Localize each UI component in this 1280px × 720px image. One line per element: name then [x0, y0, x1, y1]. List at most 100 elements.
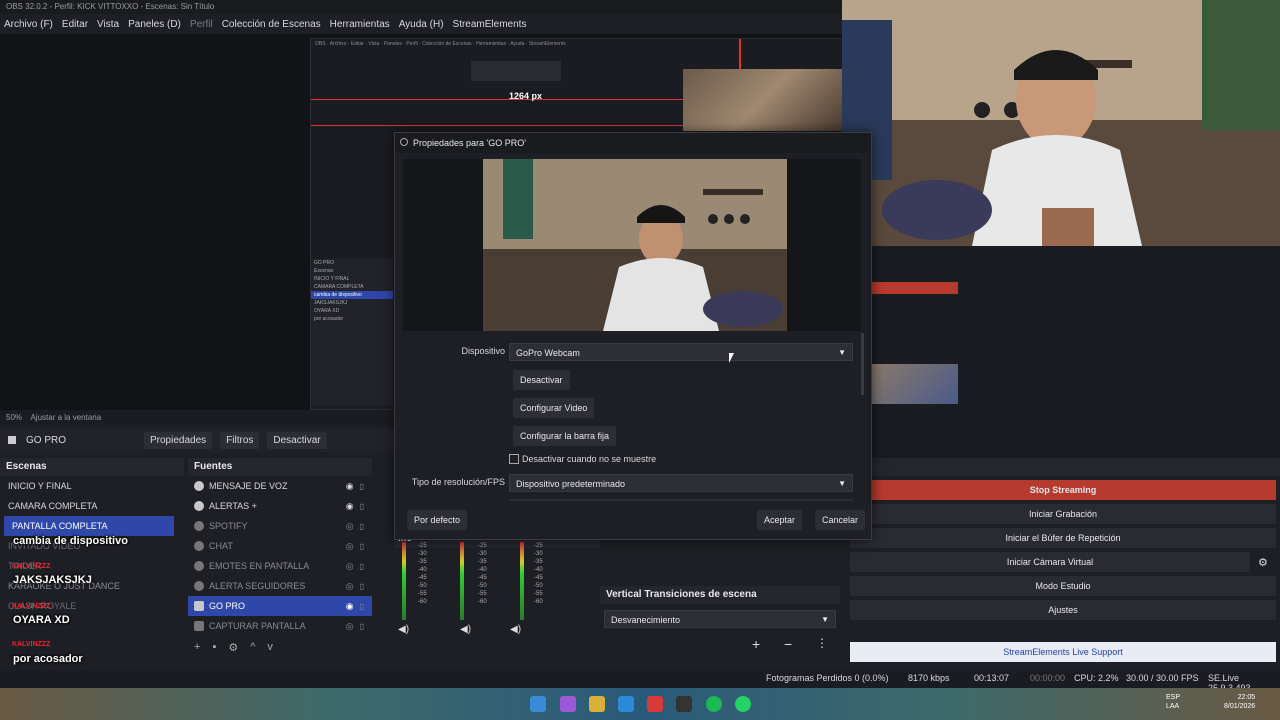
- chevron-down-icon: ▼: [838, 348, 846, 357]
- resolution-select[interactable]: Dispositivo predeterminado ▼: [509, 474, 853, 492]
- visibility-eye-icon[interactable]: ◎: [346, 581, 354, 592]
- stream-time: 00:13:07: [974, 673, 1010, 683]
- up-icon[interactable]: ^: [250, 641, 255, 653]
- speaker-icon[interactable]: ◀): [398, 624, 409, 635]
- menu-paneles[interactable]: Paneles (D): [128, 19, 181, 30]
- lock-icon[interactable]: ▯: [360, 562, 364, 571]
- settings-button[interactable]: Ajustes: [850, 600, 1276, 620]
- source-item[interactable]: GO PRO ◉ ▯: [188, 596, 372, 616]
- start-recording-button[interactable]: Iniciar Grabación: [850, 504, 1276, 524]
- menu-ayuda[interactable]: Ayuda (H): [399, 19, 444, 30]
- configure-bar-button[interactable]: Configurar la barra fija: [513, 426, 617, 446]
- visibility-eye-icon[interactable]: ◎: [346, 521, 354, 532]
- obs-icon[interactable]: [676, 696, 692, 712]
- status-bar: Fotogramas Perdidos 0 (0.0%) 8170 kbps 0…: [0, 670, 1280, 693]
- spotify-icon[interactable]: [706, 696, 722, 712]
- deactivate-checkbox[interactable]: [509, 454, 519, 464]
- bitrate: 8170 kbps: [908, 673, 950, 683]
- lock-icon[interactable]: ▯: [360, 502, 364, 511]
- scenes-title: Escenas: [0, 458, 184, 476]
- virtual-camera-button[interactable]: Iniciar Cámara Virtual: [850, 552, 1250, 572]
- resolution-label: Tipo de resolución/FPS: [411, 477, 505, 487]
- accept-button[interactable]: Aceptar: [757, 510, 803, 530]
- deactivate-button[interactable]: Desactivar: [267, 431, 327, 449]
- menu-editar[interactable]: Editar: [62, 19, 88, 30]
- studio-mode-button[interactable]: Modo Estudio: [850, 576, 1276, 596]
- source-item[interactable]: ALERTAS + ◉ ▯: [188, 496, 372, 516]
- source-item[interactable]: MENSAJE DE VOZ ◉ ▯: [188, 476, 372, 496]
- edge-icon[interactable]: [618, 696, 634, 712]
- properties-button[interactable]: Propiedades: [144, 431, 213, 449]
- whatsapp-icon[interactable]: [735, 696, 751, 712]
- camera-preview-image: [483, 159, 787, 331]
- folder-icon[interactable]: [589, 696, 605, 712]
- source-item[interactable]: CHAT ◎ ▯: [188, 536, 372, 556]
- filters-button[interactable]: Filtros: [220, 431, 260, 449]
- source-item[interactable]: SPOTIFY ◎ ▯: [188, 516, 372, 536]
- lock-icon[interactable]: ▯: [360, 622, 364, 631]
- cancel-button[interactable]: Cancelar: [815, 510, 866, 530]
- streamelements-support-button[interactable]: StreamElements Live Support: [850, 642, 1276, 662]
- zoom-fit[interactable]: Ajustar a la ventana: [30, 413, 101, 422]
- stop-streaming-button[interactable]: Stop Streaming: [850, 480, 1276, 500]
- more-icon[interactable]: ⋮: [816, 636, 828, 650]
- menu-vista[interactable]: Vista: [97, 19, 119, 30]
- lock-icon[interactable]: ▯: [360, 482, 364, 491]
- menu-streamelements[interactable]: StreamElements: [453, 19, 527, 30]
- source-label: GO PRO: [209, 601, 246, 611]
- chrome-icon[interactable]: [647, 696, 663, 712]
- speaker-icon[interactable]: ◀): [510, 624, 521, 635]
- visibility-eye-icon[interactable]: ◎: [346, 621, 354, 632]
- device-select[interactable]: GoPro Webcam ▼: [509, 343, 853, 361]
- lock-icon[interactable]: ▯: [360, 522, 364, 531]
- copilot-icon[interactable]: [560, 696, 576, 712]
- configure-video-button[interactable]: Configurar Video: [513, 398, 595, 418]
- remove-icon[interactable]: −: [784, 636, 792, 652]
- visibility-eye-icon[interactable]: ◉: [346, 601, 354, 612]
- source-item[interactable]: EMOTES EN PANTALLA ◎ ▯: [188, 556, 372, 576]
- menu-perfil[interactable]: Perfil: [190, 19, 213, 30]
- transition-select[interactable]: Desvanecimiento ▼: [604, 610, 836, 628]
- down-icon[interactable]: v: [267, 641, 273, 653]
- source-label: ALERTA SEGUIDORES: [209, 581, 306, 591]
- source-label: MENSAJE DE VOZ: [209, 481, 288, 491]
- visibility-eye-icon[interactable]: ◉: [346, 501, 354, 512]
- menu-coleccion[interactable]: Colección de Escenas: [222, 19, 321, 30]
- source-icon: [194, 581, 204, 591]
- menu-herramientas[interactable]: Herramientas: [330, 19, 390, 30]
- replay-buffer-button[interactable]: Iniciar el Búfer de Repetición: [850, 528, 1276, 548]
- lock-icon[interactable]: ▯: [360, 582, 364, 591]
- gear-icon[interactable]: ⚙: [1258, 556, 1268, 569]
- visibility-eye-icon[interactable]: ◉: [346, 481, 354, 492]
- source-icon: [194, 561, 204, 571]
- zoom-level[interactable]: 50%: [6, 413, 22, 422]
- visibility-eye-icon[interactable]: ◎: [346, 541, 354, 552]
- source-item[interactable]: CAPTURAR PANTALLA ◎ ▯: [188, 616, 372, 636]
- delete-icon[interactable]: ▪: [212, 641, 216, 653]
- defaults-button[interactable]: Por defecto: [407, 510, 468, 530]
- scene-item[interactable]: PANTALLA COMPLETA: [4, 516, 174, 536]
- dialog-scrollbar[interactable]: [861, 333, 864, 395]
- add-icon[interactable]: +: [194, 641, 200, 653]
- transitions-title: Vertical Transiciones de escena: [600, 586, 840, 604]
- visibility-eye-icon[interactable]: ◎: [346, 561, 354, 572]
- speaker-icon[interactable]: ◀): [460, 624, 471, 635]
- source-icon: [194, 501, 204, 511]
- lock-icon[interactable]: ▯: [360, 602, 364, 611]
- scene-item[interactable]: INICIO Y FINAL: [0, 476, 184, 496]
- overlay-name: KALVINZZZ: [12, 563, 51, 570]
- menu-archivo[interactable]: Archivo (F): [4, 19, 53, 30]
- dialog-preview: [403, 159, 861, 331]
- source-item[interactable]: ALERTA SEGUIDORES ◎ ▯: [188, 576, 372, 596]
- clock[interactable]: 22:05 8/01/2026: [1224, 693, 1255, 711]
- windows-start-icon[interactable]: [530, 696, 546, 712]
- add-icon[interactable]: +: [752, 636, 760, 652]
- gear-icon[interactable]: ⚙: [228, 641, 238, 654]
- source-label: CAPTURAR PANTALLA: [209, 621, 306, 631]
- deactivate-button[interactable]: Desactivar: [513, 370, 570, 390]
- menu-bar: Archivo (F) Editar Vista Paneles (D) Per…: [0, 14, 842, 34]
- scene-item[interactable]: CAMARA COMPLETA: [0, 496, 184, 516]
- source-label: EMOTES EN PANTALLA: [209, 561, 310, 571]
- lock-icon[interactable]: ▯: [360, 542, 364, 551]
- language-indicator[interactable]: ESP LAA: [1166, 693, 1180, 711]
